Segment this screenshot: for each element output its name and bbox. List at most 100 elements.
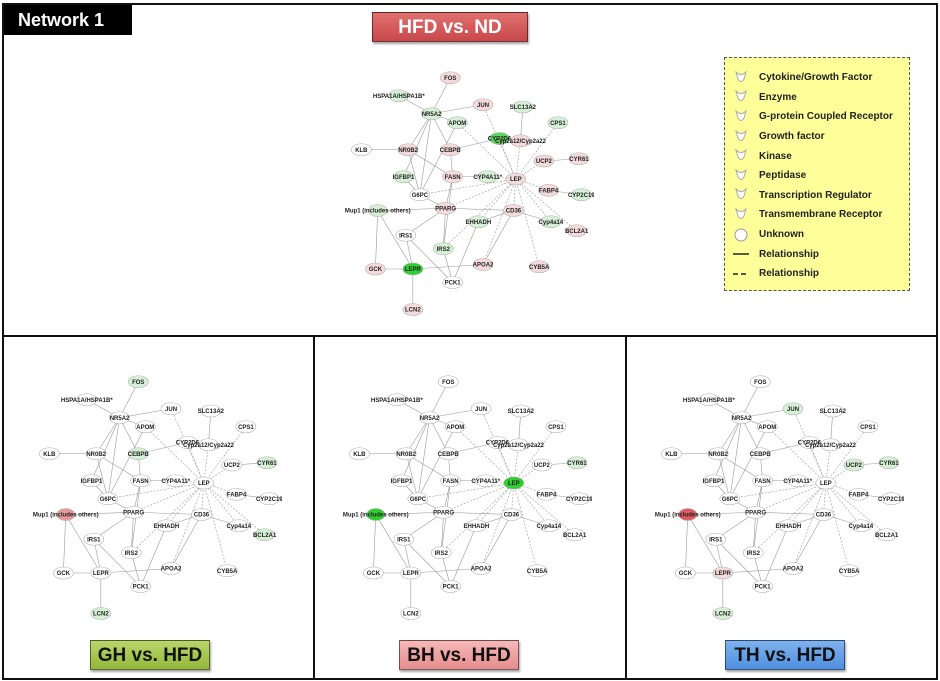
gene-node-gck[interactable]: GCK bbox=[675, 566, 696, 580]
gene-node-lepr[interactable]: LEPR bbox=[712, 566, 734, 580]
gene-node-bcl2a1[interactable]: BCL2A1 bbox=[563, 528, 587, 542]
gene-node-mup1[interactable]: Mup1 (includes others) bbox=[345, 204, 411, 217]
gene-node-igfbp1[interactable]: IGFBP1 bbox=[81, 474, 103, 488]
gene-node-fabp4[interactable]: FABP4 bbox=[536, 487, 557, 501]
gene-node-g6pc[interactable]: G6PC bbox=[409, 188, 431, 202]
gene-node-gck[interactable]: GCK bbox=[363, 566, 384, 580]
gene-node-bcl2a1[interactable]: BCL2A1 bbox=[875, 528, 899, 542]
gene-node-cyp2c19[interactable]: CYP2C19 bbox=[568, 188, 594, 202]
gene-node-cebpb[interactable]: CEBPB bbox=[128, 447, 150, 461]
gene-node-fos[interactable]: FOS bbox=[749, 375, 771, 389]
gene-node-apoa2[interactable]: APOA2 bbox=[161, 562, 182, 575]
gene-node-fos[interactable]: FOS bbox=[437, 375, 459, 389]
gene-node-klb[interactable]: KLB bbox=[39, 447, 60, 461]
gene-node-cps1[interactable]: CPS1 bbox=[857, 420, 879, 434]
gene-node-fabp4[interactable]: FABP4 bbox=[848, 487, 869, 501]
gene-node-irs2[interactable]: IRS2 bbox=[742, 546, 764, 560]
gene-node-ucp2[interactable]: UCP2 bbox=[843, 458, 865, 472]
gene-node-irs1[interactable]: IRS1 bbox=[705, 532, 727, 546]
gene-node-irs1[interactable]: IRS1 bbox=[395, 228, 417, 242]
gene-node-nr0b2[interactable]: NR0B2 bbox=[707, 447, 729, 461]
gene-node-pparg[interactable]: PPARG bbox=[745, 505, 766, 519]
gene-node-g6pc[interactable]: G6PC bbox=[407, 492, 429, 506]
gene-node-nr0b2[interactable]: NR0B2 bbox=[397, 143, 419, 157]
gene-node-erhadh[interactable]: EHHADH bbox=[154, 519, 180, 533]
gene-node-erhadh[interactable]: EHHADH bbox=[464, 519, 490, 533]
gene-node-hspa[interactable]: HSPA1A/HSPA1B* bbox=[371, 393, 423, 407]
gene-node-cyb5a[interactable]: CYB5A bbox=[216, 564, 238, 578]
gene-node-cyb5a[interactable]: CYB5A bbox=[528, 260, 550, 274]
gene-node-jun[interactable]: JUN bbox=[472, 98, 494, 112]
gene-node-fabp4[interactable]: FABP4 bbox=[226, 487, 247, 501]
gene-node-pparg[interactable]: PPARG bbox=[123, 505, 144, 519]
gene-node-lcn2[interactable]: LCN2 bbox=[712, 607, 734, 620]
gene-node-erhadh[interactable]: EHHADH bbox=[776, 519, 802, 533]
gene-node-hspa[interactable]: HSPA1A/HSPA1B* bbox=[373, 89, 425, 103]
gene-node-lep[interactable]: LEP bbox=[815, 476, 837, 490]
gene-node-lcn2[interactable]: LCN2 bbox=[400, 607, 422, 620]
gene-node-nr0b2[interactable]: NR0B2 bbox=[395, 447, 417, 461]
gene-node-cyp4a11[interactable]: CYP4A11* bbox=[471, 474, 501, 488]
gene-node-irs2[interactable]: IRS2 bbox=[432, 242, 454, 256]
gene-node-pck1[interactable]: PCK1 bbox=[442, 276, 463, 289]
gene-node-fabp4[interactable]: FABP4 bbox=[538, 183, 559, 197]
gene-node-fasn[interactable]: FASN bbox=[442, 170, 463, 184]
gene-node-cebpb[interactable]: CEBPB bbox=[438, 447, 460, 461]
gene-node-ucp2[interactable]: UCP2 bbox=[221, 458, 243, 472]
gene-node-fos[interactable]: FOS bbox=[127, 375, 149, 389]
gene-node-g6pc[interactable]: G6PC bbox=[719, 492, 741, 506]
gene-node-lcn2[interactable]: LCN2 bbox=[402, 303, 424, 316]
gene-node-cd36[interactable]: CD36 bbox=[501, 508, 522, 521]
gene-node-igfbp1[interactable]: IGFBP1 bbox=[393, 170, 415, 184]
gene-node-cps1[interactable]: CPS1 bbox=[545, 420, 567, 434]
gene-node-jun[interactable]: JUN bbox=[782, 402, 804, 416]
gene-node-slc13a2[interactable]: SLC13A2 bbox=[198, 404, 225, 418]
gene-node-irs2[interactable]: IRS2 bbox=[120, 546, 142, 560]
gene-node-lepr[interactable]: LEPR bbox=[402, 262, 424, 276]
gene-node-irs1[interactable]: IRS1 bbox=[83, 532, 105, 546]
gene-node-ucp2[interactable]: UCP2 bbox=[531, 458, 553, 472]
gene-node-mup1[interactable]: Mup1 (includes others) bbox=[343, 508, 409, 521]
gene-node-cyr61[interactable]: CYR61 bbox=[566, 456, 587, 470]
gene-node-pck1[interactable]: PCK1 bbox=[440, 580, 461, 593]
gene-node-lep[interactable]: LEP bbox=[193, 476, 215, 490]
gene-node-klb[interactable]: KLB bbox=[351, 143, 372, 157]
gene-node-cyr61[interactable]: CYR61 bbox=[878, 456, 899, 470]
gene-node-lep[interactable]: LEP bbox=[503, 476, 525, 490]
gene-node-lcn2[interactable]: LCN2 bbox=[90, 607, 112, 620]
gene-node-igfbp1[interactable]: IGFBP1 bbox=[703, 474, 725, 488]
gene-node-cyr61[interactable]: CYR61 bbox=[256, 456, 277, 470]
gene-node-mup1[interactable]: Mup1 (includes others) bbox=[655, 508, 721, 521]
gene-node-slc13a2[interactable]: SLC13A2 bbox=[510, 100, 537, 114]
gene-node-cyp4a14[interactable]: Cyp4a14 bbox=[849, 519, 874, 533]
gene-node-apoa2[interactable]: APOA2 bbox=[471, 562, 492, 575]
gene-node-fos[interactable]: FOS bbox=[439, 71, 461, 85]
gene-node-fasn[interactable]: FASN bbox=[752, 474, 773, 488]
gene-node-cd36[interactable]: CD36 bbox=[191, 508, 212, 521]
gene-node-mup1[interactable]: Mup1 (includes others) bbox=[33, 508, 99, 521]
gene-node-hspa[interactable]: HSPA1A/HSPA1B* bbox=[683, 393, 735, 407]
gene-node-nr5a2[interactable]: NR5A2 bbox=[421, 107, 442, 121]
gene-node-apom[interactable]: APOM bbox=[447, 116, 468, 130]
gene-node-jun[interactable]: JUN bbox=[160, 402, 182, 416]
gene-node-irs1[interactable]: IRS1 bbox=[393, 532, 415, 546]
gene-node-lepr[interactable]: LEPR bbox=[90, 566, 112, 580]
gene-node-irs2[interactable]: IRS2 bbox=[430, 546, 452, 560]
gene-node-cyp4a11[interactable]: CYP4A11* bbox=[161, 474, 191, 488]
gene-node-jun[interactable]: JUN bbox=[470, 402, 492, 416]
gene-node-cyp4a11[interactable]: CYP4A11* bbox=[783, 474, 813, 488]
gene-node-cd36[interactable]: CD36 bbox=[503, 204, 524, 217]
gene-node-cyb5a[interactable]: CYB5A bbox=[526, 564, 548, 578]
gene-node-igfbp1[interactable]: IGFBP1 bbox=[391, 474, 413, 488]
gene-node-nr5a2[interactable]: NR5A2 bbox=[109, 411, 130, 425]
gene-node-nr5a2[interactable]: NR5A2 bbox=[419, 411, 440, 425]
gene-node-bcl2a1[interactable]: BCL2A1 bbox=[565, 224, 589, 238]
gene-node-cyr61[interactable]: CYR61 bbox=[568, 152, 589, 166]
gene-node-apom[interactable]: APOM bbox=[445, 420, 466, 434]
gene-node-g6pc[interactable]: G6PC bbox=[97, 492, 119, 506]
gene-node-slc13a2[interactable]: SLC13A2 bbox=[508, 404, 535, 418]
gene-node-cyp2c19[interactable]: CYP2C19 bbox=[256, 492, 282, 506]
gene-node-pparg[interactable]: PPARG bbox=[435, 201, 456, 215]
gene-node-pparg[interactable]: PPARG bbox=[433, 505, 454, 519]
gene-node-ucp2[interactable]: UCP2 bbox=[533, 154, 555, 168]
